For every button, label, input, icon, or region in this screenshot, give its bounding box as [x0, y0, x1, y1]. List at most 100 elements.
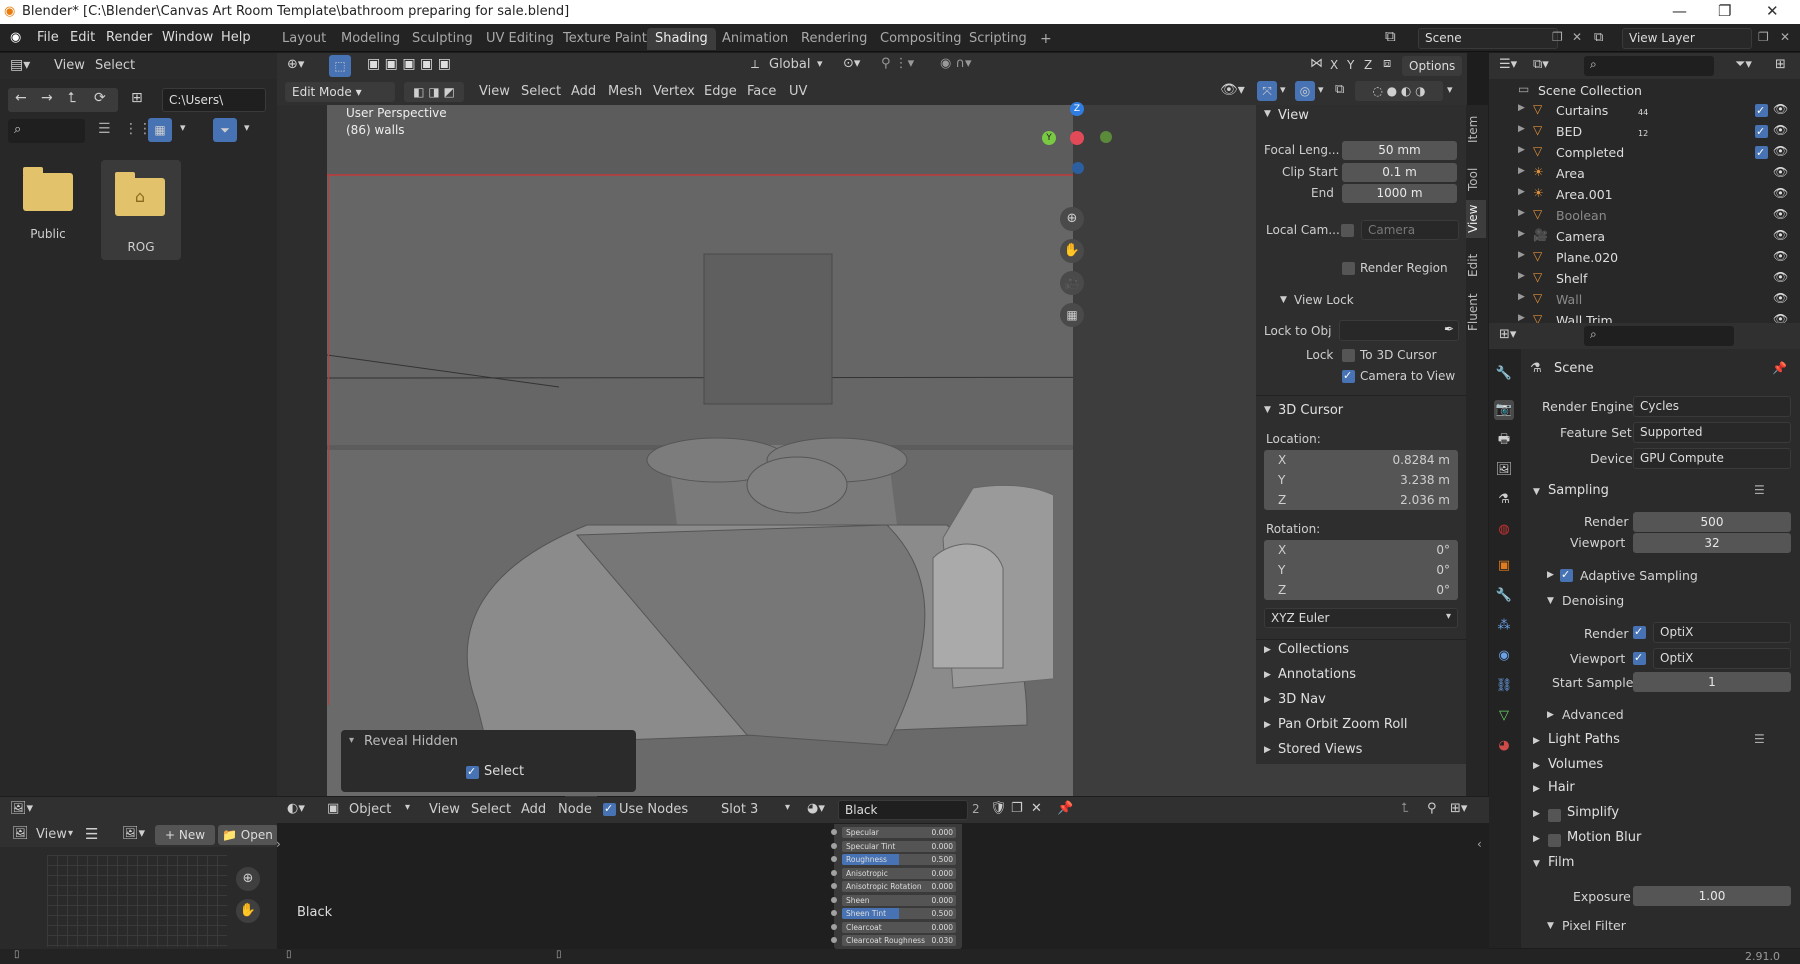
- expand-icon[interactable]: ▶: [1518, 229, 1525, 239]
- material-browse-icon[interactable]: ◕▾: [807, 801, 825, 816]
- filter-icon[interactable]: ⏷: [213, 118, 237, 142]
- expand-icon[interactable]: ▶: [1264, 695, 1271, 705]
- collapse-icon[interactable]: ▼: [1547, 921, 1554, 931]
- eye-icon[interactable]: 👁: [1773, 270, 1788, 284]
- local-camera-checkbox[interactable]: [1341, 224, 1354, 237]
- mirror-icon[interactable]: ⋈: [1310, 56, 1323, 71]
- render-region-checkbox[interactable]: [1342, 262, 1355, 275]
- expand-icon[interactable]: ▶: [1518, 313, 1525, 323]
- expand-icon[interactable]: ▶: [1533, 784, 1540, 794]
- mirror-x[interactable]: X: [1330, 58, 1338, 72]
- camera-field[interactable]: Camera: [1361, 220, 1459, 240]
- expand-icon[interactable]: ▶: [1547, 570, 1554, 580]
- outliner-item[interactable]: ▶ ▽ Plane.020 👁: [1510, 248, 1788, 268]
- cursor-z-field[interactable]: 2.036 m: [1400, 493, 1450, 507]
- collapse-icon[interactable]: ▼: [1264, 109, 1271, 119]
- socket-dot[interactable]: [831, 829, 837, 835]
- menu-face[interactable]: Face: [747, 84, 776, 99]
- expand-icon[interactable]: ▶: [1518, 124, 1525, 134]
- options-dropdown[interactable]: Options: [1402, 56, 1462, 76]
- overlay-toggle-icon[interactable]: ◎: [1295, 81, 1315, 101]
- remove-view-layer-icon[interactable]: ✕: [1780, 30, 1790, 44]
- tab-edit[interactable]: Edit: [1466, 246, 1486, 284]
- expand-toolbar-icon[interactable]: ›: [276, 837, 281, 851]
- menu-view[interactable]: View: [36, 827, 67, 842]
- sampling-section[interactable]: Sampling: [1548, 483, 1609, 498]
- tab-fluent[interactable]: Fluent: [1466, 290, 1486, 334]
- list-view-icon[interactable]: ☰: [98, 121, 111, 137]
- minimize-icon[interactable]: —: [1672, 2, 1687, 20]
- chevron-down-icon[interactable]: ▾: [1446, 611, 1451, 622]
- view-layer-properties-icon[interactable]: 🖼: [1494, 460, 1514, 480]
- select-tool-icon[interactable]: ⬚: [329, 55, 351, 77]
- denoise-render-checkbox[interactable]: [1633, 626, 1646, 639]
- lock-object-field[interactable]: ✒: [1339, 320, 1459, 341]
- menu-file[interactable]: File: [37, 30, 59, 45]
- expand-icon[interactable]: ▶: [1518, 103, 1525, 113]
- menu-icon[interactable]: ☰: [85, 825, 98, 843]
- image-canvas[interactable]: [47, 855, 227, 947]
- tab-layout[interactable]: Layout: [274, 28, 334, 50]
- menu-select[interactable]: Select: [471, 802, 511, 817]
- editor-type-icon[interactable]: ◐▾: [287, 801, 305, 816]
- expand-icon[interactable]: ▶: [1547, 710, 1554, 720]
- rotation-z-field[interactable]: 0°: [1436, 583, 1450, 597]
- pin-icon[interactable]: 📌: [1057, 801, 1073, 816]
- menu-render[interactable]: Render: [106, 30, 152, 45]
- use-nodes-checkbox[interactable]: [603, 803, 616, 816]
- feature-set-dropdown[interactable]: Supported: [1633, 422, 1791, 443]
- clip-end-field[interactable]: 1000 m: [1342, 184, 1457, 203]
- volumes-section[interactable]: Volumes: [1548, 757, 1603, 772]
- slot-dropdown[interactable]: Slot 3: [721, 802, 758, 817]
- editor-type-icon[interactable]: ⊞▾: [1499, 327, 1516, 342]
- device-dropdown[interactable]: GPU Compute: [1633, 448, 1791, 469]
- properties-search-input[interactable]: ⌕: [1584, 326, 1734, 346]
- expand-icon[interactable]: ▶: [1518, 187, 1525, 197]
- rotation-mode-dropdown[interactable]: XYZ Euler: [1264, 608, 1458, 628]
- eye-icon[interactable]: 👁: [1773, 249, 1788, 263]
- principled-bsdf-node[interactable]: Specular 0.000 Specular Tint 0.000 Roughness…: [831, 824, 962, 949]
- tab-shading[interactable]: Shading: [647, 28, 716, 50]
- display-mode-icon[interactable]: ⧉▾: [1533, 57, 1549, 72]
- proportional-edit-icon[interactable]: ◉ ∩▾: [940, 56, 972, 71]
- gizmo-z-axis[interactable]: Z: [1070, 102, 1084, 116]
- parent-dir-icon[interactable]: ⮤: [68, 90, 76, 106]
- expand-icon[interactable]: ▶: [1533, 736, 1540, 746]
- menu-add[interactable]: Add: [521, 802, 546, 817]
- tab-uv-editing[interactable]: UV Editing: [478, 28, 562, 50]
- menu-node[interactable]: Node: [558, 802, 592, 817]
- shader-type-dropdown[interactable]: Object: [349, 802, 391, 817]
- snap-icon[interactable]: ⚲ ⋮▾: [881, 56, 914, 71]
- camera-view-icon[interactable]: 🎥: [1060, 271, 1084, 295]
- folder-public[interactable]: Public: [18, 153, 78, 248]
- world-properties-icon[interactable]: ◍: [1494, 520, 1514, 540]
- eye-icon[interactable]: 👁: [1773, 228, 1788, 242]
- filter-options-icon[interactable]: ▾: [244, 121, 250, 134]
- socket-dot[interactable]: [831, 842, 837, 849]
- advanced-section[interactable]: Advanced: [1562, 707, 1624, 729]
- file-search-input[interactable]: ⌕: [8, 119, 85, 143]
- adaptive-sampling-checkbox[interactable]: [1560, 569, 1573, 582]
- eye-icon[interactable]: 👁: [1773, 291, 1788, 305]
- socket-dot[interactable]: [831, 869, 837, 876]
- outliner-item[interactable]: ▶ ☀ Area.001 👁: [1510, 185, 1788, 205]
- eyedropper-icon[interactable]: ✒: [1444, 322, 1454, 336]
- exclude-checkbox[interactable]: [1755, 104, 1768, 117]
- zoom-icon[interactable]: ⊕: [1060, 207, 1084, 231]
- chevron-down-icon[interactable]: ▾: [1280, 83, 1286, 96]
- tab-modeling[interactable]: Modeling: [333, 28, 408, 50]
- view-layer-field[interactable]: View Layer: [1622, 28, 1752, 49]
- collections-panel[interactable]: Collections: [1278, 642, 1349, 657]
- eye-icon[interactable]: 👁: [1773, 165, 1788, 179]
- camera-to-view-checkbox[interactable]: [1342, 370, 1355, 383]
- gizmo-y-axis[interactable]: Y: [1042, 131, 1056, 145]
- chevron-down-icon[interactable]: ▾: [817, 57, 823, 70]
- outliner-search-input[interactable]: ⌕: [1584, 56, 1714, 76]
- mirror-y[interactable]: Y: [1347, 58, 1354, 72]
- tab-item[interactable]: Item: [1466, 110, 1486, 148]
- node-socket-row[interactable]: Anisotropic 0.000: [831, 867, 956, 879]
- thumbnail-view-icon[interactable]: ▦: [148, 118, 172, 142]
- start-sample-field[interactable]: 1: [1633, 672, 1791, 692]
- collapse-icon[interactable]: ▼: [1547, 596, 1554, 606]
- film-section[interactable]: Film: [1548, 855, 1574, 870]
